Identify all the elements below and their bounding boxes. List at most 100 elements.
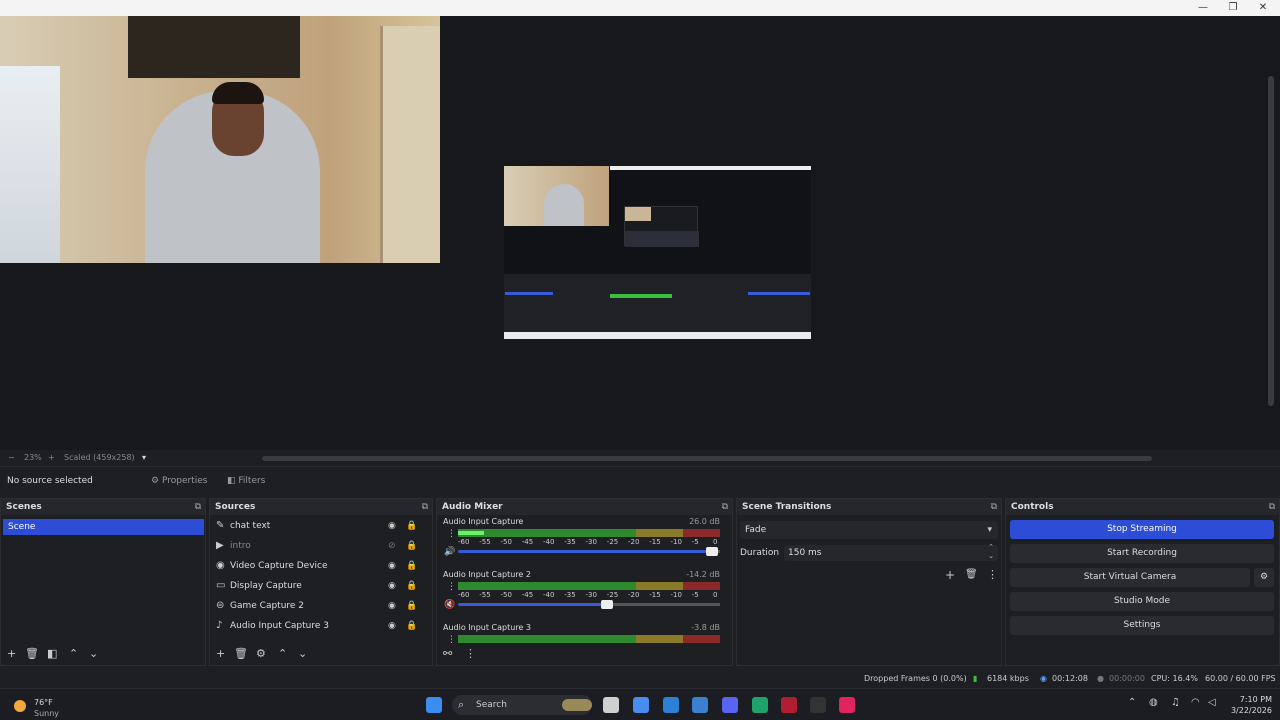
chevron-up-icon[interactable]: ⌃ — [1128, 697, 1136, 708]
lock-icon[interactable]: 🔒 — [406, 616, 417, 636]
stop-streaming-button[interactable]: Stop Streaming — [1010, 520, 1274, 539]
studio-mode-button[interactable]: Studio Mode — [1010, 592, 1274, 611]
zoom-level: 23% — [24, 453, 42, 462]
scale-tick: -45 — [521, 591, 534, 599]
lock-icon[interactable]: 🔒 — [406, 596, 417, 616]
preview-area[interactable] — [0, 16, 1280, 450]
move-down-icon[interactable]: ⌄ — [89, 647, 98, 660]
more-options-icon[interactable]: ⋮ — [447, 529, 456, 539]
source-item[interactable]: ♪ Audio Input Capture 3 ◉ 🔒 — [212, 616, 424, 636]
weather-widget[interactable]: 76°F Sunny — [12, 695, 82, 718]
zoom-out-button[interactable]: − — [8, 453, 15, 462]
source-item[interactable]: ▶ intro ⊘ 🔒 — [212, 536, 424, 556]
dock-popout-icon[interactable]: ⧉ — [195, 499, 201, 515]
minimize-button[interactable]: — — [1188, 0, 1218, 16]
status-bar: Dropped Frames 0 (0.0%) ▮ 6184 kbps ◉ 00… — [0, 670, 1280, 688]
discord-icon[interactable] — [722, 697, 738, 713]
lock-icon[interactable]: 🔒 — [406, 516, 417, 536]
dock-popout-icon[interactable]: ⧉ — [991, 499, 997, 515]
volume-icon[interactable]: 🔊 — [444, 547, 455, 557]
close-button[interactable]: ✕ — [1248, 0, 1278, 16]
clock[interactable]: 7:10 PM 3/22/2026 — [1222, 694, 1272, 716]
more-options-icon[interactable]: ⋮ — [987, 568, 998, 581]
more-options-icon[interactable]: ⋮ — [465, 647, 476, 660]
move-down-icon[interactable]: ⌄ — [298, 647, 307, 660]
scale-tick: -40 — [543, 591, 555, 599]
more-options-icon[interactable]: ⋮ — [447, 582, 456, 592]
link-icon[interactable]: ⚯ — [443, 647, 452, 660]
taskbar-search[interactable]: ⌕ Search — [452, 695, 592, 715]
transition-select[interactable]: Fade ▾ — [740, 521, 998, 539]
scale-tick: -20 — [628, 538, 640, 546]
task-view-icon[interactable] — [603, 697, 619, 713]
eye-icon[interactable]: ◉ — [388, 616, 396, 636]
slider-handle[interactable] — [601, 600, 614, 609]
add-icon[interactable]: + — [7, 647, 16, 660]
volume-slider[interactable] — [458, 547, 720, 556]
scale-tick: -10 — [670, 538, 682, 546]
source-item[interactable]: ⊜ Game Capture 2 ◉ 🔒 — [212, 596, 424, 616]
eye-icon[interactable]: ◉ — [388, 556, 396, 576]
spinner-icon[interactable]: ⌃ ⌄ — [988, 543, 994, 561]
add-transition-icon[interactable]: + — [945, 568, 955, 582]
properties-button[interactable]: ⚙ Properties — [151, 474, 207, 489]
add-icon[interactable]: + — [216, 647, 225, 660]
filters-button[interactable]: ◧ Filters — [227, 474, 265, 489]
outlook-icon[interactable] — [692, 697, 708, 713]
zoom-in-button[interactable]: + — [48, 453, 55, 462]
edge-icon[interactable] — [752, 697, 768, 713]
source-item[interactable]: ▭ Display Capture ◉ 🔒 — [212, 576, 424, 596]
trash-icon[interactable]: 🗑 — [234, 647, 248, 660]
scene-item[interactable]: Scene — [3, 519, 204, 535]
dock-popout-icon[interactable]: ⧉ — [422, 499, 428, 515]
scale-tick: -60 — [458, 538, 470, 546]
windows-start-icon[interactable] — [426, 697, 442, 713]
dock-popout-icon[interactable]: ⧉ — [722, 499, 728, 515]
play-icon: ▶ — [216, 540, 224, 551]
gear-icon[interactable]: ⚙ — [256, 647, 266, 660]
audio-mixer-title: Audio Mixer — [442, 502, 503, 512]
source-item[interactable]: ✎ chat text ◉ 🔒 — [212, 516, 424, 536]
more-options-icon[interactable]: ⋮ — [447, 635, 456, 643]
eye-icon[interactable]: ◉ — [388, 516, 396, 536]
preview-vertical-scrollbar[interactable] — [1268, 76, 1274, 406]
lock-icon[interactable]: 🔒 — [406, 536, 417, 556]
volume-icon[interactable]: ◁ — [1208, 697, 1216, 708]
filter-icon[interactable]: ◧ — [47, 647, 57, 660]
scene-transitions-header: Scene Transitions ⧉ — [737, 499, 1001, 515]
eye-icon[interactable]: ◉ — [388, 576, 396, 596]
store-icon[interactable] — [663, 697, 679, 713]
channel-db: -14.2 dB — [686, 570, 720, 579]
trash-icon[interactable]: 🗑 — [25, 647, 39, 660]
mute-icon[interactable]: 🔇 — [444, 600, 455, 610]
trash-icon[interactable]: 🗑 — [965, 569, 978, 580]
wifi-icon[interactable]: ◠ — [1191, 697, 1200, 708]
source-item[interactable]: ◉ Video Capture Device ◉ 🔒 — [212, 556, 424, 576]
scale-tick: -35 — [564, 591, 576, 599]
source-label: Video Capture Device — [230, 561, 328, 571]
network-tray-icon[interactable]: ◍ — [1149, 697, 1158, 708]
preview-horizontal-scrollbar[interactable] — [262, 456, 1152, 461]
lock-icon[interactable]: 🔒 — [406, 556, 417, 576]
microphone-icon[interactable]: ♫ — [1171, 697, 1180, 708]
dock-popout-icon[interactable]: ⧉ — [1269, 499, 1275, 515]
maximize-button[interactable]: ❐ — [1218, 0, 1248, 16]
eye-hidden-icon[interactable]: ⊘ — [388, 536, 396, 556]
settings-button[interactable]: Settings — [1010, 616, 1274, 635]
lock-icon[interactable]: 🔒 — [406, 576, 417, 596]
start-virtual-camera-button[interactable]: Start Virtual Camera — [1010, 568, 1250, 587]
preview-canvas[interactable] — [504, 166, 811, 339]
duration-input[interactable]: 150 ms ⌃ ⌄ — [784, 543, 998, 561]
obs-icon[interactable] — [810, 697, 826, 713]
eye-icon[interactable]: ◉ — [388, 596, 396, 616]
virtual-camera-settings-button[interactable]: ⚙ — [1254, 568, 1274, 587]
move-up-icon[interactable]: ⌃ — [278, 647, 287, 660]
start-recording-button[interactable]: Start Recording — [1010, 544, 1274, 563]
move-up-icon[interactable]: ⌃ — [69, 647, 78, 660]
chevron-down-icon[interactable]: ▾ — [142, 453, 146, 462]
volume-slider[interactable] — [458, 600, 720, 609]
acrobat-icon[interactable] — [781, 697, 797, 713]
copilot-icon[interactable] — [633, 697, 649, 713]
slider-handle[interactable] — [706, 547, 719, 556]
tiktok-icon[interactable] — [839, 697, 855, 713]
